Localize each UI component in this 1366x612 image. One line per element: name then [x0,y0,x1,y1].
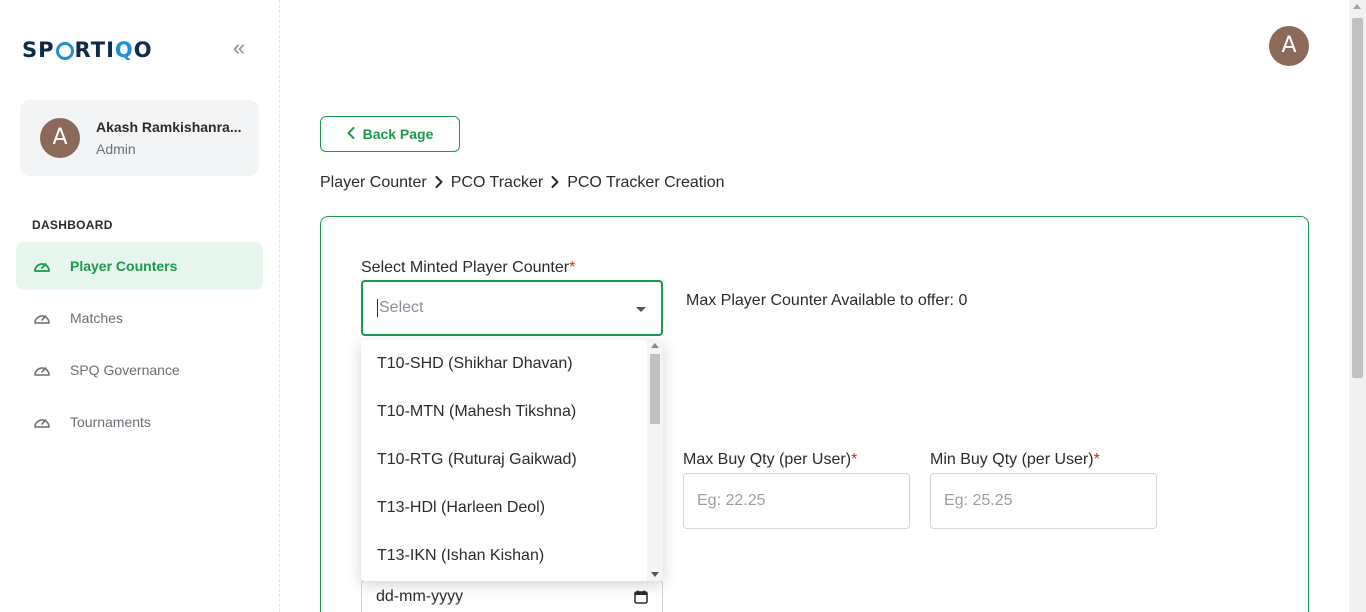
calendar-icon[interactable] [634,590,648,609]
back-page-button[interactable]: Back Page [320,116,460,152]
sidebar-item-label: SPQ Governance [70,362,180,378]
dropdown-option[interactable]: T13-IKN (Ishan Kishan) [361,532,647,580]
sidebar: SP RTI Q O « A Akash Ramkishanra... Admin D… [0,0,280,612]
back-page-label: Back Page [362,126,434,142]
breadcrumb-item-pco-tracker[interactable]: PCO Tracker [451,174,543,192]
dropdown-scrollbar[interactable] [647,340,663,581]
page-scrollbar[interactable] [1349,0,1366,612]
sidebar-item-tournaments[interactable]: Tournaments [16,398,263,446]
user-name: Akash Ramkishanra... [96,119,242,135]
dashboard-gauge-icon [32,412,52,432]
sidebar-nav: Player Counters Matches SPQ Governance T… [16,242,263,450]
avatar: A [40,118,80,158]
date-value: dd-mm-yyyy [376,588,464,605]
scroll-up-arrow-icon[interactable] [651,343,659,348]
logo-text-end: O [133,38,153,62]
breadcrumb-item-current: PCO Tracker Creation [567,174,725,191]
dropdown-option[interactable]: T10-SHD (Shikhar Dhavan) [361,340,647,388]
min-buy-qty-label: Min Buy Qty (per User)* [930,451,1100,468]
sidebar-item-player-counters[interactable]: Player Counters [16,242,263,290]
user-card[interactable]: A Akash Ramkishanra... Admin [20,100,259,176]
caret-down-icon [636,307,646,312]
dropdown-option[interactable]: T10-MTN (Mahesh Tikshna) [361,388,647,436]
chevron-left-icon [347,126,355,142]
logo-ring-icon [55,42,74,60]
sidebar-item-label: Matches [70,310,123,326]
chevron-right-icon [435,175,443,191]
user-role: Admin [96,141,136,157]
sidebar-item-matches[interactable]: Matches [16,294,263,342]
logo-text-middle: RTI [74,38,115,62]
profile-avatar[interactable]: A [1269,26,1309,66]
select-minted-counter-label: Select Minted Player Counter* [361,259,576,276]
sportiqo-logo[interactable]: SP RTI Q O [22,36,153,64]
select-placeholder: Select [377,299,424,317]
scroll-down-arrow-icon[interactable] [651,572,659,577]
scroll-up-arrow-icon[interactable] [1353,4,1361,9]
section-label-dashboard: DASHBOARD [32,218,113,232]
logo-text-accent: Q [114,38,134,62]
scrollbar-thumb[interactable] [650,354,660,424]
max-buy-qty-input[interactable] [683,473,910,529]
dropdown-options: T10-SHD (Shikhar Dhavan) T10-MTN (Mahesh… [361,340,647,580]
dropdown-option[interactable]: T13-HDl (Harleen Deol) [361,484,647,532]
dashboard-gauge-icon [32,308,52,328]
dashboard-gauge-icon [32,360,52,380]
collapse-sidebar-icon[interactable]: « [228,37,250,60]
sidebar-item-spq-governance[interactable]: SPQ Governance [16,346,263,394]
logo-text-start: SP [22,38,55,62]
player-counter-dropdown[interactable]: T10-SHD (Shikhar Dhavan) T10-MTN (Mahesh… [361,340,663,581]
minted-player-counter-select[interactable]: Select [361,280,663,336]
chevron-right-icon [551,175,559,191]
breadcrumb-item-player-counter[interactable]: Player Counter [320,174,427,192]
dashboard-gauge-icon [32,256,52,276]
max-buy-qty-label: Max Buy Qty (per User)* [683,451,858,468]
scrollbar-thumb[interactable] [1352,18,1363,378]
max-available-text: Max Player Counter Available to offer: 0 [686,292,968,309]
dropdown-option[interactable]: T10-RTG (Ruturaj Gaikwad) [361,436,647,484]
date-input[interactable]: dd-mm-yyyy [361,580,663,612]
sidebar-item-label: Tournaments [70,414,151,430]
min-buy-qty-input[interactable] [930,473,1157,529]
sidebar-item-label: Player Counters [70,258,178,274]
breadcrumb: Player Counter PCO Tracker PCO Tracker C… [320,174,725,192]
